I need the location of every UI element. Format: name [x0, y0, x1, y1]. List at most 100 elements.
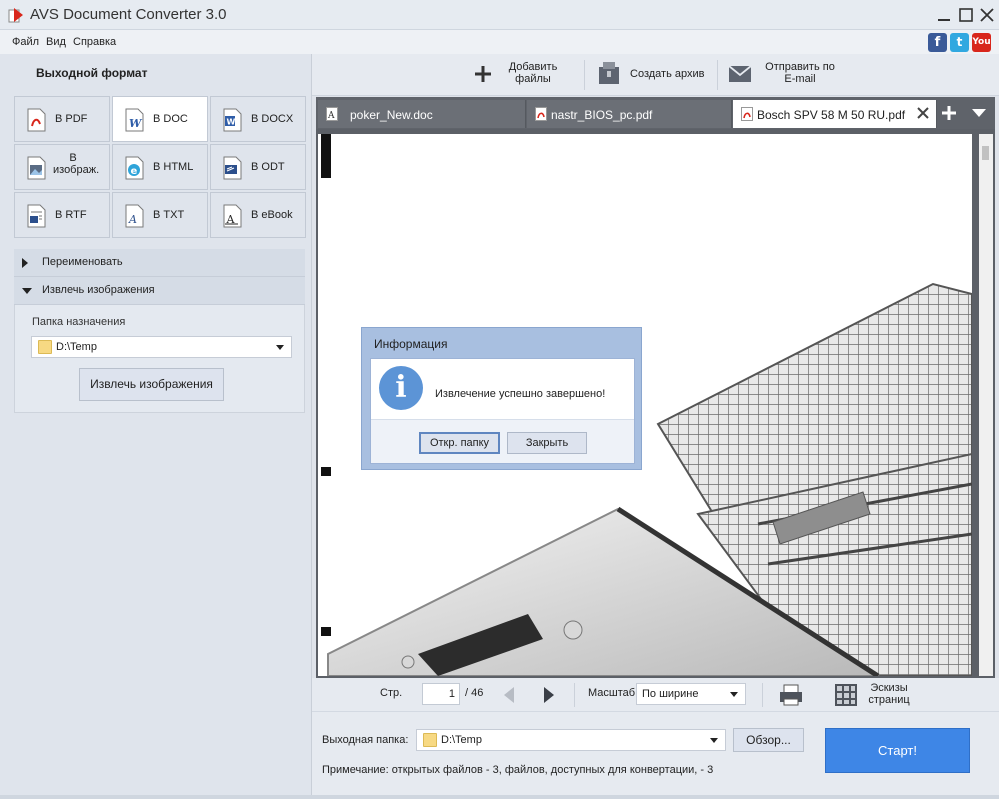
info-dialog: Информация i Извлечение успешно завершен…	[361, 327, 642, 470]
open-folder-button[interactable]: Откр. папку	[419, 432, 500, 454]
start-button[interactable]: Старт!	[825, 728, 970, 773]
menu-help[interactable]: Справка	[73, 36, 116, 48]
svg-text:A: A	[128, 213, 137, 226]
image-icon	[27, 156, 46, 180]
close-tab-icon[interactable]	[916, 106, 930, 120]
nav-separator	[574, 683, 575, 707]
format-pdf-button[interactable]: В PDF	[14, 96, 110, 142]
tab-poker-new[interactable]: A poker_New.doc	[318, 100, 526, 128]
zoom-label: Масштаб	[588, 687, 636, 699]
tab-label: poker_New.doc	[350, 108, 433, 122]
browse-button[interactable]: Обзор...	[733, 728, 804, 752]
format-odt-label: В ODT	[251, 161, 285, 173]
docx-icon: W	[223, 108, 242, 132]
expand-arrow-icon	[22, 258, 28, 268]
folder-icon	[423, 733, 437, 747]
scroll-thumb[interactable]	[982, 146, 989, 160]
rename-section-header[interactable]: Переименовать	[14, 249, 305, 277]
output-folder-label: Выходная папка:	[322, 734, 409, 746]
pdf-icon	[27, 108, 46, 132]
tab-bosch-spv[interactable]: Bosch SPV 58 M 50 RU.pdf	[733, 100, 937, 128]
menu-file[interactable]: Файл	[12, 36, 39, 48]
total-pages: / 46	[465, 687, 484, 699]
tab-nastr-bios[interactable]: nastr_BIOS_pc.pdf	[527, 100, 732, 128]
thumbnails-button[interactable]: Эскизы страниц	[834, 678, 944, 712]
svg-text:W: W	[227, 118, 236, 127]
format-txt-button[interactable]: A В TXT	[112, 192, 208, 238]
title-bar: AVS Document Converter 3.0	[0, 0, 999, 30]
extract-images-button[interactable]: Извлечь изображения	[79, 368, 224, 401]
plus-icon	[475, 66, 491, 82]
format-pdf-label: В PDF	[55, 113, 88, 125]
dialog-title: Информация	[374, 337, 448, 351]
extract-images-section-header[interactable]: Извлечь изображения	[14, 277, 305, 305]
dest-folder-value: D:\Temp	[56, 341, 97, 353]
twitter-icon[interactable]: t	[950, 33, 969, 52]
dest-folder-select[interactable]: D:\Temp	[31, 336, 292, 358]
collapse-arrow-icon	[22, 288, 32, 294]
svg-text:A: A	[327, 111, 335, 121]
navigation-bar: Стр. 1 / 46 Масштаб По ширине Эскизы стр…	[312, 678, 999, 712]
format-ebook-label: В eBook	[251, 209, 293, 221]
status-note: Примечание: открытых файлов - 3, файлов,…	[322, 764, 714, 776]
format-image-button[interactable]: В изображ.	[14, 144, 110, 190]
format-doc-label: В DOC	[153, 113, 188, 125]
folder-icon	[38, 340, 52, 354]
rename-label: Переименовать	[42, 256, 123, 268]
thumbnails-icon	[835, 684, 857, 706]
create-archive-label: Создать архив	[630, 68, 705, 80]
dialog-footer: Откр. папку Закрыть	[371, 419, 634, 463]
zoom-select[interactable]: По ширине	[636, 683, 746, 705]
zoom-value: По ширине	[642, 688, 699, 700]
close-icon[interactable]	[978, 6, 996, 24]
toolbar-separator	[717, 60, 718, 90]
printer-icon[interactable]	[779, 683, 803, 707]
doc-icon: W	[125, 108, 144, 132]
format-image-label: В изображ.	[53, 152, 100, 176]
minimize-icon[interactable]	[935, 6, 953, 24]
svg-text:W: W	[129, 117, 143, 130]
pdf-file-icon	[741, 107, 753, 121]
rtf-icon	[27, 204, 46, 228]
toolbar-separator	[584, 60, 585, 90]
bottom-panel: Выходная папка: D:\Temp Обзор... Старт! …	[312, 712, 999, 799]
menu-bar: Файл Вид Справка	[0, 30, 999, 54]
format-doc-button[interactable]: W В DOC	[112, 96, 208, 142]
output-folder-value: D:\Temp	[441, 734, 482, 746]
create-archive-button[interactable]: Создать архив	[596, 54, 716, 96]
output-folder-select[interactable]: D:\Temp	[416, 729, 726, 751]
info-icon: i	[379, 366, 423, 410]
youtube-icon[interactable]: You	[972, 33, 991, 52]
close-button[interactable]: Закрыть	[507, 432, 587, 454]
format-html-button[interactable]: e В HTML	[112, 144, 208, 190]
toolbar: Добавить файлы Создать архив Отправить п…	[312, 54, 999, 96]
dialog-message: Извлечение успешно завершено!	[435, 388, 606, 400]
chevron-down-icon[interactable]	[972, 109, 986, 117]
odt-icon	[223, 156, 242, 180]
plus-icon[interactable]	[940, 104, 958, 122]
send-email-button[interactable]: Отправить по E-mail	[726, 54, 856, 96]
pdf-file-icon	[535, 107, 547, 121]
facebook-icon[interactable]: f	[928, 33, 947, 52]
dest-folder-label: Папка назначения	[32, 316, 126, 328]
format-ebook-button[interactable]: A В eBook	[210, 192, 306, 238]
format-odt-button[interactable]: В ODT	[210, 144, 306, 190]
thumbnails-label: Эскизы страниц	[868, 682, 910, 706]
add-files-button[interactable]: Добавить файлы	[470, 54, 590, 96]
page-number-input[interactable]: 1	[422, 683, 460, 705]
vertical-scrollbar[interactable]	[979, 134, 993, 676]
txt-icon: A	[125, 204, 144, 228]
format-html-label: В HTML	[153, 161, 194, 173]
format-rtf-button[interactable]: В RTF	[14, 192, 110, 238]
maximize-icon[interactable]	[957, 6, 975, 24]
app-icon	[8, 8, 23, 23]
next-page-icon[interactable]	[538, 685, 558, 705]
window-frame	[0, 795, 999, 799]
extract-images-label: Извлечь изображения	[42, 284, 155, 296]
format-docx-button[interactable]: W В DOCX	[210, 96, 306, 142]
add-files-label: Добавить файлы	[508, 61, 558, 85]
format-rtf-label: В RTF	[55, 209, 87, 221]
archive-icon	[599, 62, 619, 84]
prev-page-icon[interactable]	[500, 685, 520, 705]
menu-view[interactable]: Вид	[46, 36, 66, 48]
